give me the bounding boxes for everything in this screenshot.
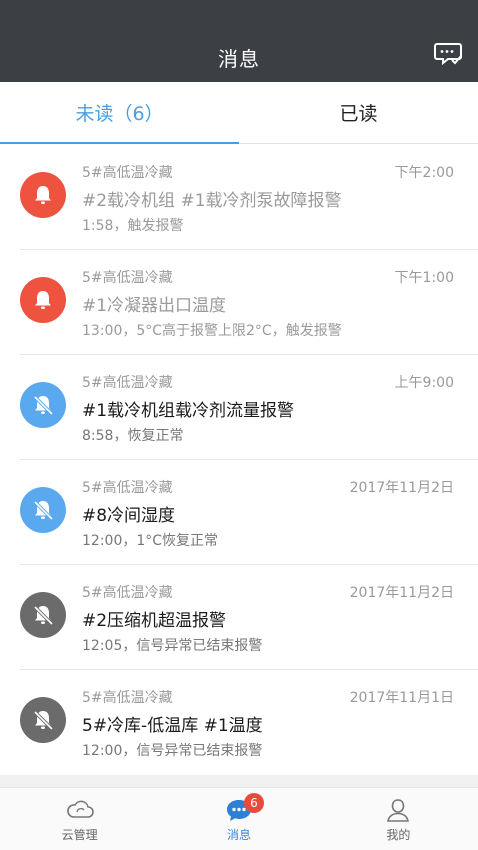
message-item[interactable]: 5#高低温冷藏 2017年11月2日 #2压缩机超温报警 12:05，信号异常已… (0, 565, 478, 670)
mark-read-button[interactable] (432, 38, 464, 70)
unread-badge: 6 (243, 793, 264, 813)
nav-label: 我的 (386, 828, 411, 842)
message-title: #8冷间湿度 (82, 506, 176, 526)
user-icon (387, 799, 410, 822)
message-source: 5#高低温冷藏 (82, 270, 173, 286)
tab-read[interactable]: 已读 (239, 82, 478, 143)
message-detail: 1:58，触发报警 (82, 218, 184, 234)
message-source: 5#高低温冷藏 (82, 375, 173, 391)
alarm-bell-icon (20, 172, 66, 218)
tab-bar: 未读（6） 已读 (0, 82, 478, 144)
message-time: 下午2:00 (394, 165, 454, 181)
message-time: 上午9:00 (394, 375, 454, 391)
message-item[interactable]: 5#高低温冷藏 下午2:00 #2载冷机组 #1载冷剂泵故障报警 1:58，触发… (0, 145, 478, 250)
header-bar: 消息 (0, 0, 478, 82)
message-item[interactable]: 5#高低温冷藏 上午9:00 #1载冷机组载冷剂流量报警 8:58，恢复正常 (0, 355, 478, 460)
nav-cloud-management[interactable]: 云管理 (0, 788, 159, 850)
bell-off-icon (20, 592, 66, 638)
message-source: 5#高低温冷藏 (82, 165, 173, 181)
message-time: 下午1:00 (394, 270, 454, 286)
bell-off-icon (20, 382, 66, 428)
nav-label: 云管理 (61, 828, 98, 842)
list-footer-gap (0, 775, 478, 787)
tab-unread[interactable]: 未读（6） (0, 82, 239, 144)
alarm-bell-icon (20, 277, 66, 323)
bottom-nav: 云管理 6 消息 我的 (0, 787, 478, 850)
bell-off-icon (20, 697, 66, 743)
message-detail: 13:00，5°C高于报警上限2°C，触发报警 (82, 323, 342, 339)
page-title: 消息 (218, 47, 260, 71)
message-detail: 12:00，1°C恢复正常 (82, 533, 219, 549)
bell-off-icon (20, 487, 66, 533)
message-source: 5#高低温冷藏 (82, 480, 173, 496)
message-title: 5#冷库-低温库 #1温度 (82, 716, 263, 736)
nav-messages[interactable]: 6 消息 (159, 788, 318, 850)
message-source: 5#高低温冷藏 (82, 690, 173, 706)
message-detail: 8:58，恢复正常 (82, 428, 184, 444)
message-time: 2017年11月1日 (349, 690, 454, 706)
app-screen: 消息 未读（6） 已读 5#高低温冷藏 下午2:00 #2载冷机组 #1载冷剂泵… (0, 0, 478, 850)
message-detail: 12:05，信号异常已结束报警 (82, 638, 263, 654)
cloud-icon (66, 800, 94, 818)
message-time: 2017年11月2日 (349, 585, 454, 601)
nav-label: 消息 (226, 828, 251, 842)
nav-profile[interactable]: 我的 (319, 788, 478, 850)
message-check-icon (434, 43, 462, 66)
message-item[interactable]: 5#高低温冷藏 2017年11月1日 5#冷库-低温库 #1温度 12:00，信… (0, 670, 478, 775)
message-title: #2压缩机超温报警 (82, 611, 227, 631)
message-item[interactable]: 5#高低温冷藏 2017年11月2日 #8冷间湿度 12:00，1°C恢复正常 (0, 460, 478, 565)
message-detail: 12:00，信号异常已结束报警 (82, 743, 263, 759)
message-source: 5#高低温冷藏 (82, 585, 173, 601)
message-item[interactable]: 5#高低温冷藏 下午1:00 #1冷凝器出口温度 13:00，5°C高于报警上限… (0, 250, 478, 355)
message-time: 2017年11月2日 (349, 480, 454, 496)
message-title: #1载冷机组载冷剂流量报警 (82, 401, 295, 421)
message-title: #1冷凝器出口温度 (82, 296, 227, 316)
message-title: #2载冷机组 #1载冷剂泵故障报警 (82, 191, 342, 211)
message-list: 5#高低温冷藏 下午2:00 #2载冷机组 #1载冷剂泵故障报警 1:58，触发… (0, 145, 478, 775)
